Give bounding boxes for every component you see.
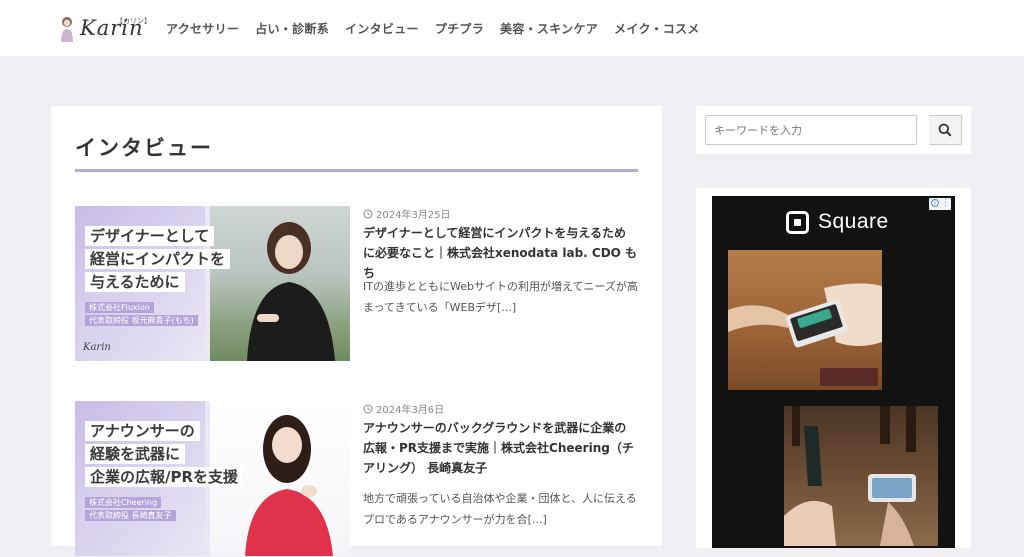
logo-kana: 【カリン】	[116, 17, 151, 25]
person-photo-icon	[245, 415, 333, 556]
update-clock-icon	[363, 404, 373, 413]
page-title: インタビュー	[75, 136, 213, 160]
square-logo-icon	[786, 210, 809, 234]
thumbnail-company: 株式会社Fluxion 代表取締役 坂元麻貴子(もち)	[85, 302, 198, 328]
nav-item-petitprice[interactable]: プチプラ	[435, 20, 484, 37]
article-card[interactable]: デザイナーとして 経営にインパクトを 与えるために 株式会社Fluxion 代表…	[75, 206, 638, 362]
article-excerpt: ITの進歩とともにWebサイトの利用が増えてニーズが高まってきている「WEBデザ…	[363, 280, 638, 314]
search-icon	[938, 123, 952, 137]
thumbnail-headline: デザイナーとして 経営にインパクトを 与えるために	[85, 226, 231, 295]
site-logo[interactable]: Karin 【カリン】	[58, 14, 151, 44]
title-underline	[75, 169, 638, 172]
ad-brand-name: Square	[818, 210, 889, 233]
sidebar-search-widget	[696, 106, 971, 154]
thumbnail-line: 経験を武器に	[85, 444, 186, 464]
thumbnail-company-name: 株式会社Fluxion	[85, 302, 154, 313]
article-title[interactable]: デザイナーとして経営にインパクトを与えるために必要なこと｜株式会社xenodat…	[363, 223, 638, 283]
nav-item-fortune[interactable]: 占い・診断系	[255, 20, 329, 37]
card-terminal-icon	[728, 283, 882, 386]
update-clock-icon	[363, 209, 373, 218]
thumbnail-line: デザイナーとして	[85, 226, 215, 246]
ad-brand: Square	[786, 210, 889, 234]
search-button[interactable]	[929, 115, 962, 145]
thumbnail-company-name: 株式会社Cheering	[85, 497, 162, 508]
nav-item-interview[interactable]: インタビュー	[345, 20, 419, 37]
thumbnail-line: 与えるために	[85, 272, 185, 292]
global-nav: アクセサリー 占い・診断系 インタビュー プチプラ 美容・スキンケア メイク・コ…	[166, 20, 700, 37]
nav-item-skincare[interactable]: 美容・スキンケア	[500, 20, 598, 37]
article-excerpt: 地方で頑張っている自治体や企業・団体と、人に伝えるプロであるアナウンサーが力を合…	[363, 492, 637, 526]
article-date-text: 2024年3月25日	[376, 210, 451, 221]
phone-payment-icon	[784, 406, 916, 546]
article-title[interactable]: アナウンサーのバックグラウンドを武器に企業の広報・PR支援まで実施｜株式会社Ch…	[363, 418, 638, 478]
ad-photo-restaurant	[784, 406, 938, 546]
article-date-text: 2024年3月6日	[376, 405, 445, 416]
ad-photo-payment	[728, 250, 882, 390]
person-photo-icon	[247, 222, 335, 361]
article-thumbnail[interactable]: アナウンサーの 経験を武器に 企業の広報/PRを支援 株式会社Cheering …	[75, 401, 350, 556]
thumbnail-line: 企業の広報/PRを支援	[85, 467, 244, 487]
thumbnail-company-role: 代表取締役 長崎真友子	[85, 510, 176, 521]
article-date: 2024年3月6日	[363, 401, 444, 416]
logo-figure-icon	[61, 17, 73, 42]
square-ad-banner[interactable]: i ⋮ Square	[712, 196, 955, 548]
article-thumbnail[interactable]: デザイナーとして 経営にインパクトを 与えるために 株式会社Fluxion 代表…	[75, 206, 350, 361]
nav-item-makeup[interactable]: メイク・コスメ	[614, 20, 700, 37]
thumbnail-line: アナウンサーの	[85, 421, 200, 441]
thumbnail-company: 株式会社Cheering 代表取締役 長崎真友子	[85, 497, 176, 523]
thumbnail-line: 経営にインパクトを	[85, 249, 231, 269]
article-date: 2024年3月25日	[363, 206, 451, 221]
sidebar-ad-widget: i ⋮ Square	[696, 188, 971, 548]
thumbnail-company-role: 代表取締役 坂元麻貴子(もち)	[85, 315, 198, 326]
main-content: インタビュー デザイナーとして 経営にインパクトを 与えるために 株式会社Flu…	[51, 106, 662, 556]
ad-close-icon: ⋮	[941, 198, 950, 208]
ad-choices-badge[interactable]: i ⋮	[929, 198, 951, 210]
search-input[interactable]	[705, 115, 917, 145]
thumbnail-headline: アナウンサーの 経験を武器に 企業の広報/PRを支援	[85, 421, 244, 490]
nav-item-accessory[interactable]: アクセサリー	[166, 20, 239, 37]
ad-info-icon: i	[931, 199, 939, 207]
article-card[interactable]: アナウンサーの 経験を武器に 企業の広報/PRを支援 株式会社Cheering …	[75, 401, 638, 557]
site-header: Karin 【カリン】 アクセサリー 占い・診断系 インタビュー プチプラ 美容…	[0, 0, 1024, 56]
thumbnail-signature: Karin	[83, 342, 111, 353]
